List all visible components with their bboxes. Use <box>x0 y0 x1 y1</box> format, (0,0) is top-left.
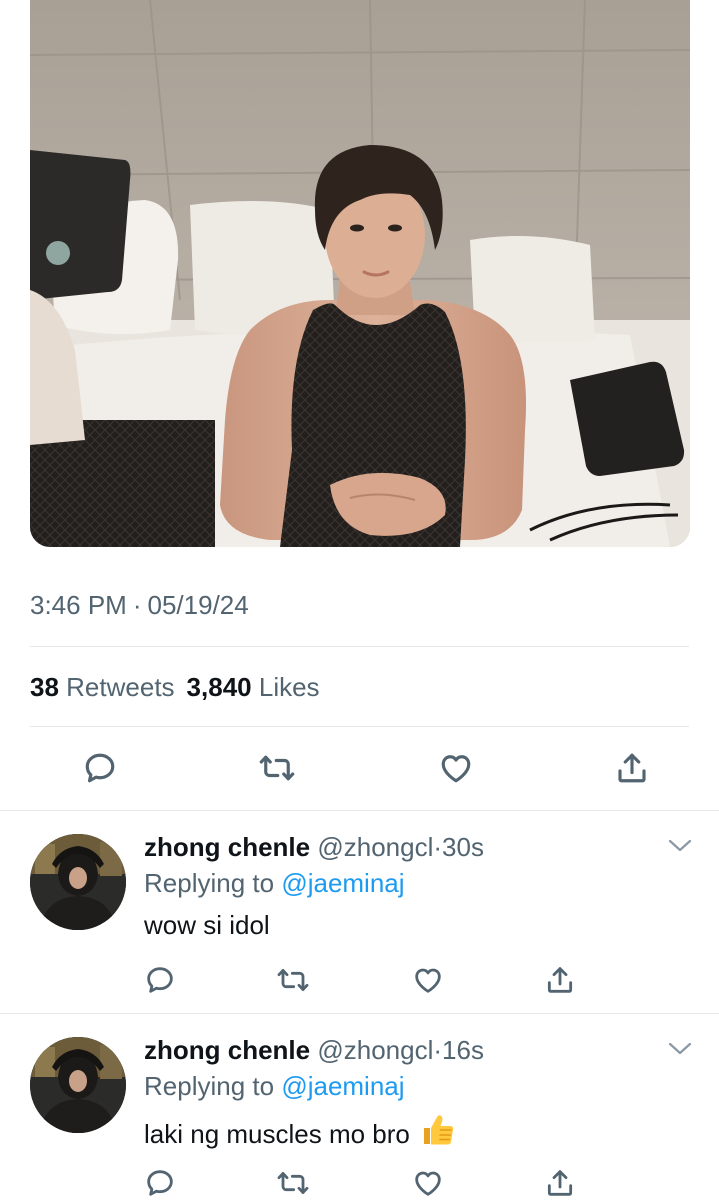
divider <box>30 726 689 727</box>
heart-outline-icon <box>414 968 441 993</box>
retweets-stat[interactable]: 38 Retweets <box>30 672 175 702</box>
likes-count: 3,840 <box>186 672 252 702</box>
tweet-date: 05/19/24 <box>147 590 249 620</box>
share-button[interactable] <box>544 1167 576 1199</box>
tweet-photo[interactable] <box>30 0 690 547</box>
share-upload-icon <box>547 967 573 993</box>
likes-label: Likes <box>258 672 320 702</box>
avatar-image <box>30 834 126 930</box>
tweet-timestamp[interactable]: 3:46 PM · 05/19/24 <box>30 590 249 621</box>
reply-time[interactable]: 16s <box>442 1035 484 1065</box>
retweet-arrows-icon <box>260 755 295 781</box>
tweet-photo-image <box>30 0 690 547</box>
reply-button[interactable] <box>82 750 118 786</box>
reply-tweet[interactable]: zhong chenle @zhongcl·16s Replying to @j… <box>0 1015 719 1200</box>
retweet-arrows-icon <box>277 1172 309 1194</box>
share-upload-icon <box>618 753 646 783</box>
heart-outline-icon <box>441 755 470 783</box>
like-button[interactable] <box>411 1167 445 1199</box>
share-button[interactable] <box>544 964 576 996</box>
reply-text: laki ng muscles mo bro <box>144 1119 410 1149</box>
reply-button[interactable] <box>144 1167 176 1199</box>
reply-author-name[interactable]: zhong chenle <box>144 832 310 862</box>
like-button[interactable] <box>437 750 475 786</box>
divider <box>0 810 719 811</box>
replying-to-line: Replying to @jaeminaj <box>144 868 405 899</box>
reply-author-name[interactable]: zhong chenle <box>144 1035 310 1065</box>
reply-dot: · <box>433 1035 443 1065</box>
tweet-stats: 38 Retweets 3,840 Likes <box>30 672 320 703</box>
like-button[interactable] <box>411 964 445 996</box>
retweet-button[interactable] <box>275 964 311 996</box>
reply-dot: · <box>433 832 443 862</box>
retweet-arrows-icon <box>277 969 309 991</box>
thumbs-up-icon <box>420 1113 456 1154</box>
reply-header: zhong chenle @zhongcl·16s <box>144 1035 484 1066</box>
timestamp-separator: · <box>132 590 142 620</box>
reply-text: wow si idol <box>144 910 270 940</box>
retweet-button[interactable] <box>257 750 297 786</box>
avatar[interactable] <box>30 1037 126 1133</box>
retweets-label: Retweets <box>66 672 175 702</box>
speech-bubble-icon <box>147 967 173 993</box>
reply-more-button[interactable] <box>667 838 693 859</box>
tweet-action-bar <box>82 748 650 788</box>
replying-to-mention[interactable]: @jaeminaj <box>281 1071 404 1101</box>
retweet-button[interactable] <box>275 1167 311 1199</box>
reply-more-button[interactable] <box>667 1041 693 1062</box>
avatar-image <box>30 1037 126 1133</box>
replying-to-prefix: Replying to <box>144 868 275 898</box>
speech-bubble-icon <box>147 1170 173 1196</box>
reply-time[interactable]: 30s <box>442 832 484 862</box>
retweets-count: 38 <box>30 672 59 702</box>
chevron-down-icon <box>668 839 692 852</box>
avatar[interactable] <box>30 834 126 930</box>
reply-action-bar <box>144 962 576 998</box>
reply-tweet[interactable]: zhong chenle @zhongcl·30s Replying to @j… <box>0 812 719 1012</box>
reply-button[interactable] <box>144 964 176 996</box>
reply-author-handle[interactable]: @zhongcl <box>317 1035 433 1065</box>
reply-action-bar <box>144 1165 576 1200</box>
share-button[interactable] <box>614 750 650 786</box>
replying-to-line: Replying to @jaeminaj <box>144 1071 405 1102</box>
replying-to-mention[interactable]: @jaeminaj <box>281 868 404 898</box>
heart-outline-icon <box>414 1171 441 1196</box>
reply-author-handle[interactable]: @zhongcl <box>317 832 433 862</box>
divider <box>0 1013 719 1014</box>
likes-stat[interactable]: 3,840 Likes <box>187 672 320 702</box>
reply-text-line: laki ng muscles mo bro <box>144 1113 456 1154</box>
replying-to-prefix: Replying to <box>144 1071 275 1101</box>
divider <box>30 646 689 647</box>
reply-header: zhong chenle @zhongcl·30s <box>144 832 484 863</box>
speech-bubble-icon <box>85 753 115 783</box>
tweet-time: 3:46 PM <box>30 590 127 620</box>
chevron-down-icon <box>668 1042 692 1055</box>
share-upload-icon <box>547 1170 573 1196</box>
